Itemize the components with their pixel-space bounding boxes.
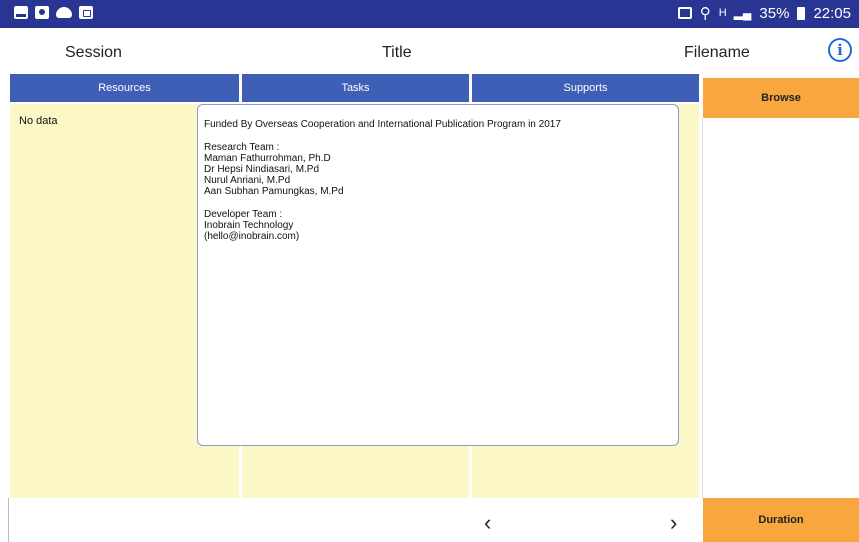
notification-icons xyxy=(14,6,93,19)
cloud-icon xyxy=(56,7,72,18)
divider xyxy=(8,498,9,542)
location-icon: ⚲ xyxy=(699,5,711,22)
developer-email: (hello@inobrain.com) xyxy=(204,231,300,242)
chevron-left-icon[interactable]: ‹ xyxy=(484,510,491,536)
status-bar: ⚲ H ▂▄ 35% 22:05 xyxy=(0,0,859,28)
battery-icon xyxy=(797,6,806,20)
about-dialog: Funded By Overseas Cooperation and Inter… xyxy=(197,104,679,446)
signal-icon: ▂▄ xyxy=(733,6,752,20)
tab-tasks[interactable]: Tasks xyxy=(242,74,469,102)
info-icon[interactable]: i xyxy=(828,38,852,62)
developer-team-heading: Developer Team : xyxy=(204,209,283,220)
tab-supports[interactable]: Supports xyxy=(472,74,699,102)
research-member: Maman Fathurrohman, Ph.D xyxy=(204,153,331,164)
research-member: Dr Hepsi Nindiasari, M.Pd xyxy=(204,164,320,175)
nfc-icon xyxy=(677,7,692,19)
network-type: H xyxy=(718,7,727,19)
developer-name: Inobrain Technology xyxy=(204,220,294,231)
research-member: Nurul Anriani, M.Pd xyxy=(204,175,291,186)
battery-percent: 35% xyxy=(759,4,790,22)
resources-empty-text: No data xyxy=(19,115,58,127)
filename-label: Filename xyxy=(684,44,750,61)
browse-button[interactable]: Browse xyxy=(703,78,859,118)
divider xyxy=(702,118,703,498)
tab-resources[interactable]: Resources xyxy=(10,74,239,102)
duration-button[interactable]: Duration xyxy=(703,498,859,542)
session-label: Session xyxy=(65,44,122,61)
bag-icon xyxy=(79,6,93,19)
system-icons: ⚲ H ▂▄ 35% 22:05 xyxy=(677,4,851,22)
research-team-heading: Research Team : xyxy=(204,142,280,153)
camera-icon xyxy=(35,6,49,19)
funding-text: Funded By Overseas Cooperation and Inter… xyxy=(204,119,561,130)
clock: 22:05 xyxy=(813,4,851,22)
chevron-right-icon[interactable]: › xyxy=(670,510,677,536)
header: Session Title Filename i xyxy=(0,28,859,72)
research-member: Aan Subhan Pamungkas, M.Pd xyxy=(204,186,344,197)
title-label: Title xyxy=(382,44,412,61)
image-icon xyxy=(14,6,28,19)
